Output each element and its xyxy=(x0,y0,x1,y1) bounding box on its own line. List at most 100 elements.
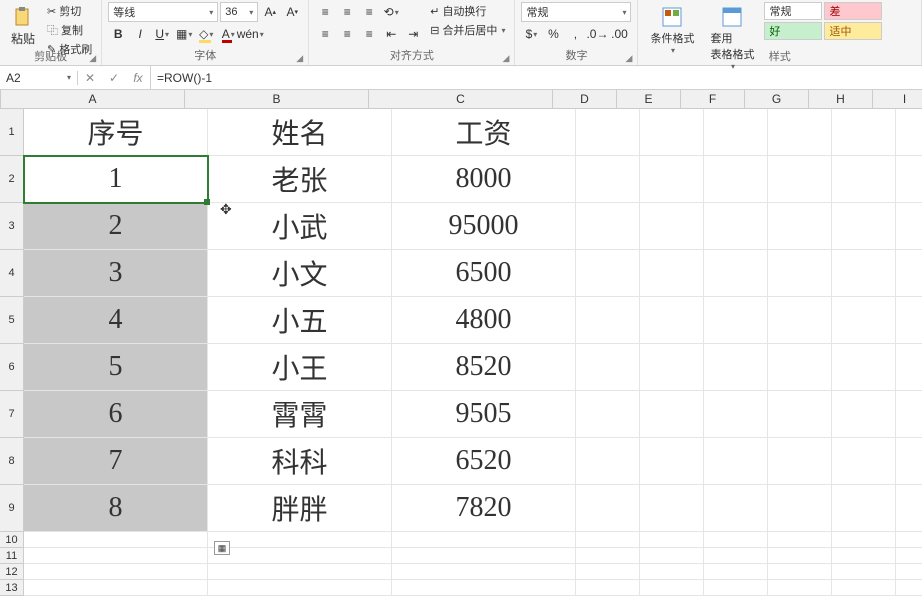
cell[interactable] xyxy=(832,548,896,564)
merge-center-button[interactable]: ⊟合并后居中▾ xyxy=(427,21,508,39)
row-header[interactable]: 13 xyxy=(0,580,24,596)
row-header[interactable]: 4 xyxy=(0,250,24,297)
cell[interactable]: 小王 xyxy=(208,344,392,391)
cell[interactable]: 7 xyxy=(24,438,208,485)
cell[interactable] xyxy=(896,203,922,250)
cell[interactable] xyxy=(640,391,704,438)
wrap-text-button[interactable]: ↵自动换行 xyxy=(427,2,508,20)
cell[interactable] xyxy=(640,297,704,344)
decrease-indent-button[interactable]: ⇤ xyxy=(381,24,401,44)
cell[interactable] xyxy=(704,485,768,532)
cell[interactable]: 工资 xyxy=(392,109,576,156)
cell[interactable] xyxy=(704,156,768,203)
cell[interactable] xyxy=(896,532,922,548)
col-header-c[interactable]: C xyxy=(369,90,553,109)
cell[interactable] xyxy=(768,391,832,438)
cell[interactable] xyxy=(576,564,640,580)
cell-style-neutral[interactable]: 适中 xyxy=(824,22,882,40)
row-header[interactable]: 9 xyxy=(0,485,24,532)
cell[interactable] xyxy=(24,548,208,564)
cell[interactable]: 序号 xyxy=(24,109,208,156)
cells-area[interactable]: 序号 姓名 工资 1老张80002小武950003小文65004小五48005小… xyxy=(24,109,922,596)
cell[interactable] xyxy=(640,344,704,391)
cell[interactable] xyxy=(576,344,640,391)
cell[interactable]: 6500 xyxy=(392,250,576,297)
cut-button[interactable]: ✂剪切 xyxy=(44,2,95,20)
cell[interactable]: 4800 xyxy=(392,297,576,344)
col-header-f[interactable]: F xyxy=(681,90,745,109)
cell[interactable] xyxy=(896,438,922,485)
increase-decimal-button[interactable]: .0→ xyxy=(587,24,607,44)
cell-style-bad[interactable]: 差 xyxy=(824,2,882,20)
cell-style-good[interactable]: 好 xyxy=(764,22,822,40)
cell[interactable] xyxy=(704,391,768,438)
cell[interactable] xyxy=(640,485,704,532)
comma-button[interactable]: , xyxy=(565,24,585,44)
decrease-decimal-button[interactable]: .00 xyxy=(609,24,629,44)
cell[interactable] xyxy=(768,438,832,485)
cell[interactable] xyxy=(704,203,768,250)
cell[interactable]: 2 xyxy=(24,203,208,250)
cell[interactable] xyxy=(704,297,768,344)
align-center-button[interactable]: ≡ xyxy=(337,24,357,44)
cell[interactable] xyxy=(896,297,922,344)
cell[interactable] xyxy=(392,580,576,596)
increase-font-button[interactable]: A▴ xyxy=(260,2,280,22)
cell[interactable] xyxy=(768,297,832,344)
font-name-combo[interactable]: 等线▾ xyxy=(108,2,218,22)
cell[interactable] xyxy=(208,564,392,580)
cell[interactable] xyxy=(768,156,832,203)
cell[interactable] xyxy=(704,344,768,391)
cell[interactable] xyxy=(704,580,768,596)
cell[interactable] xyxy=(704,109,768,156)
formula-input[interactable]: =ROW()-1 xyxy=(151,71,922,85)
cell[interactable] xyxy=(576,548,640,564)
align-right-button[interactable]: ≡ xyxy=(359,24,379,44)
cell[interactable] xyxy=(896,564,922,580)
font-size-combo[interactable]: 36▾ xyxy=(220,2,258,22)
cell[interactable] xyxy=(832,580,896,596)
cell[interactable] xyxy=(576,250,640,297)
cell[interactable]: 4 xyxy=(24,297,208,344)
col-header-e[interactable]: E xyxy=(617,90,681,109)
cell[interactable] xyxy=(896,391,922,438)
row-header[interactable]: 10 xyxy=(0,532,24,548)
cell[interactable] xyxy=(704,564,768,580)
font-launcher[interactable]: ◢ xyxy=(296,53,306,63)
confirm-formula-button[interactable]: ✓ xyxy=(102,66,126,90)
cell[interactable] xyxy=(640,156,704,203)
cell[interactable] xyxy=(640,564,704,580)
percent-button[interactable]: % xyxy=(543,24,563,44)
row-header[interactable]: 3 xyxy=(0,203,24,250)
cell[interactable] xyxy=(640,532,704,548)
col-header-d[interactable]: D xyxy=(553,90,617,109)
cell[interactable] xyxy=(768,580,832,596)
cell[interactable] xyxy=(832,532,896,548)
fill-handle[interactable] xyxy=(204,199,210,205)
cell[interactable]: 8520 xyxy=(392,344,576,391)
cell[interactable] xyxy=(576,109,640,156)
cell[interactable] xyxy=(832,485,896,532)
row-header[interactable]: 11 xyxy=(0,548,24,564)
cell[interactable] xyxy=(832,203,896,250)
align-left-button[interactable]: ≡ xyxy=(315,24,335,44)
row-header[interactable]: 1 xyxy=(0,109,24,156)
cell[interactable] xyxy=(576,532,640,548)
cell[interactable]: 5 xyxy=(24,344,208,391)
cell[interactable]: 小武 xyxy=(208,203,392,250)
col-header-g[interactable]: G xyxy=(745,90,809,109)
cell[interactable]: 95000 xyxy=(392,203,576,250)
align-top-button[interactable]: ≡ xyxy=(315,2,335,22)
cell[interactable] xyxy=(640,548,704,564)
underline-button[interactable]: U▾ xyxy=(152,24,172,44)
cell[interactable]: 3 xyxy=(24,250,208,297)
cell[interactable] xyxy=(392,564,576,580)
insert-function-button[interactable]: fx xyxy=(126,66,150,90)
cell[interactable] xyxy=(832,109,896,156)
cell[interactable] xyxy=(704,250,768,297)
cell[interactable] xyxy=(832,250,896,297)
cell[interactable]: 小文 xyxy=(208,250,392,297)
cell[interactable] xyxy=(640,580,704,596)
cell[interactable]: 7820 xyxy=(392,485,576,532)
cell[interactable] xyxy=(24,532,208,548)
